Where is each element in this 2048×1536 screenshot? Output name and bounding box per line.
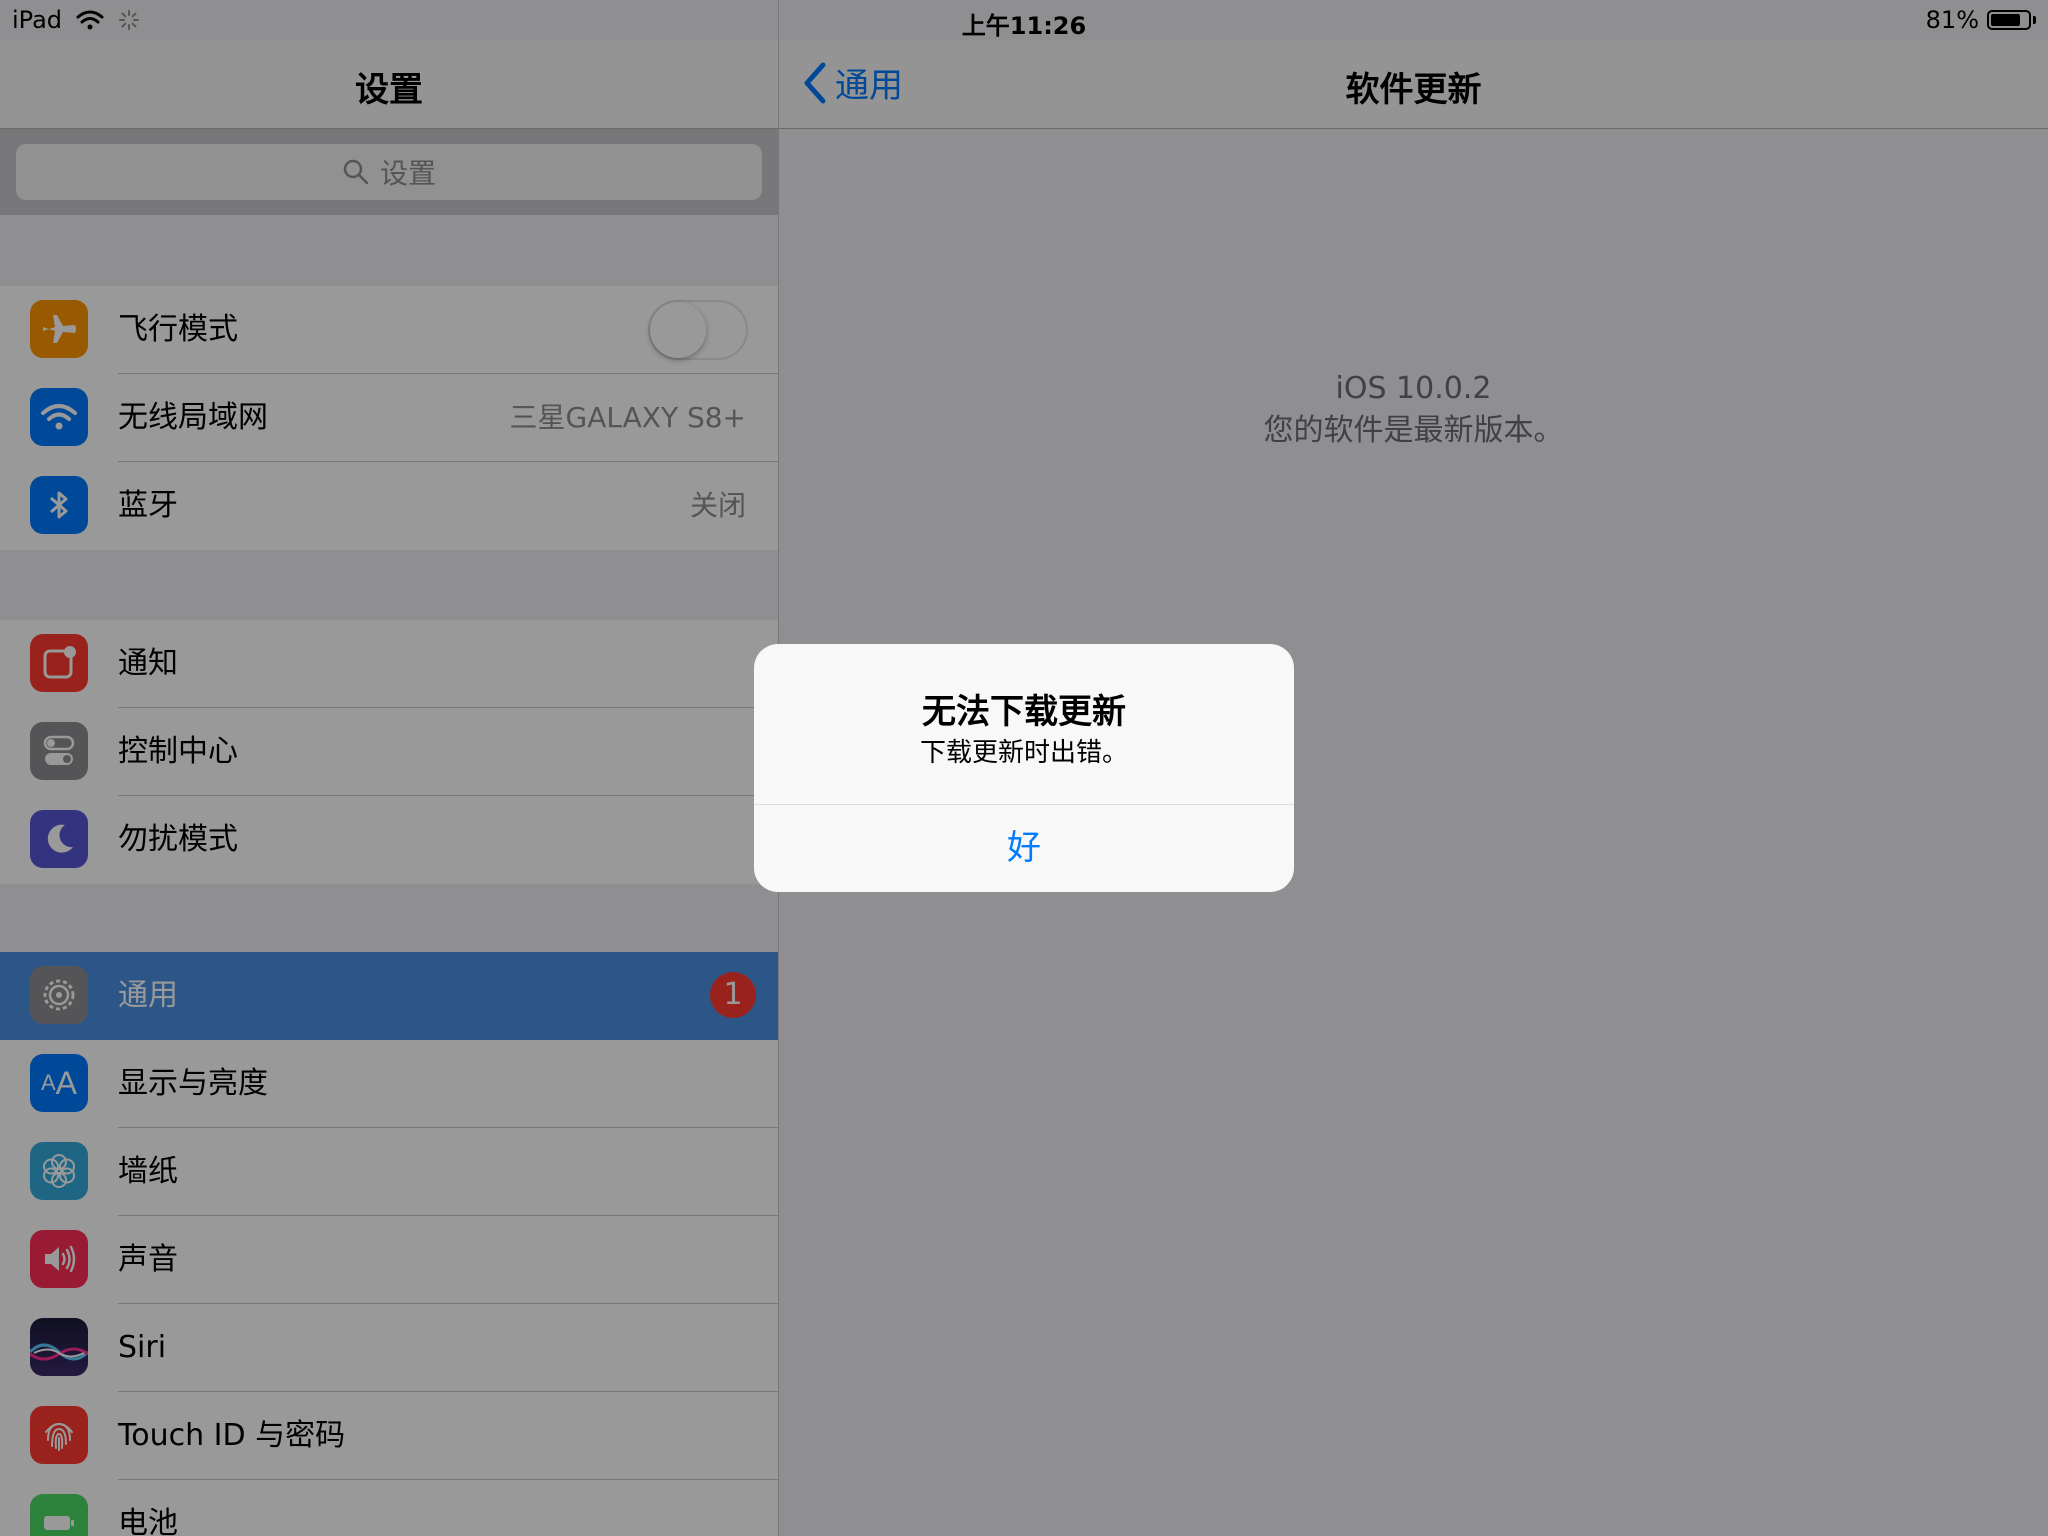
battery-status-icon <box>1987 10 2031 30</box>
screen: 设置 设置 飞行模式 无线局域网 三星GALAXY S8+ 蓝牙 关闭 通知 控… <box>0 0 2048 1536</box>
status-bar: iPad 上午11:26 81% <box>0 0 2048 40</box>
status-time: 上午11:26 <box>961 12 1087 40</box>
error-alert: 无法下载更新 下载更新时出错。 好 <box>754 644 1294 892</box>
alert-ok-button[interactable]: 好 <box>754 805 1294 892</box>
alert-message: 下载更新时出错。 <box>919 738 1128 768</box>
alert-title: 无法下载更新 <box>922 692 1126 732</box>
battery-percent: 81% <box>1925 6 1979 34</box>
